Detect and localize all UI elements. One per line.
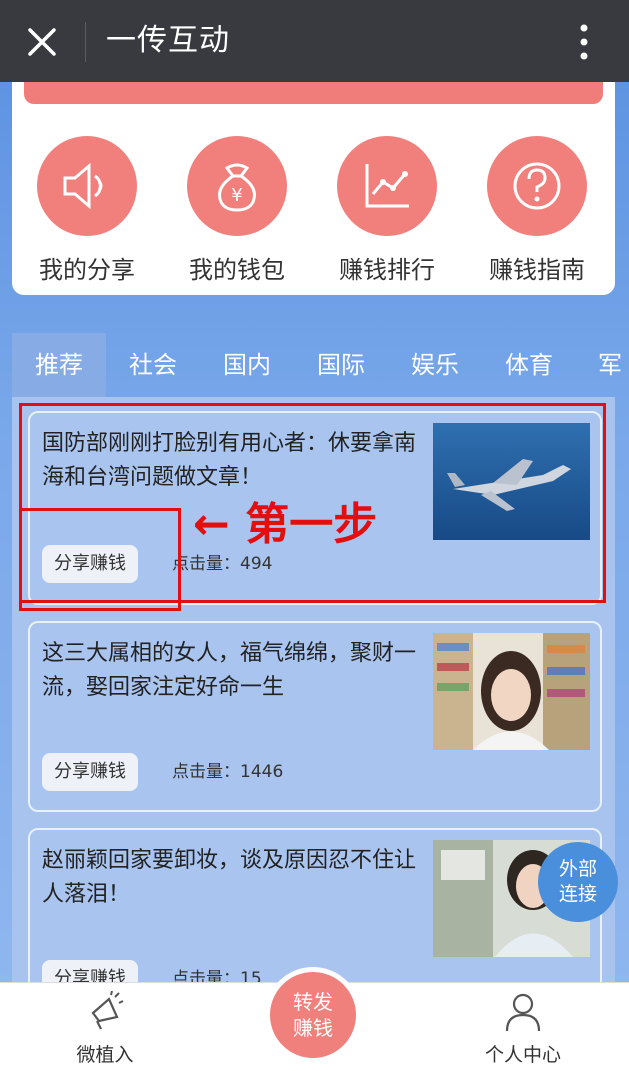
external-link-button[interactable]: 外部连接: [538, 842, 618, 922]
list-item[interactable]: 这三大属相的女人，福气绵绵，聚财一流，娶回家注定好命一生 分享赚钱 点击量：14…: [28, 621, 602, 812]
step-annotation: ← 第一步: [193, 500, 377, 550]
question-icon: [487, 136, 587, 236]
svg-text:¥: ¥: [231, 185, 242, 206]
page-title: 一传互动: [106, 23, 230, 58]
menu-label: 我的钱包: [189, 256, 285, 284]
tab-recommend[interactable]: 推荐: [12, 333, 106, 397]
top-red-banner[interactable]: [24, 82, 603, 104]
chart-icon: [337, 136, 437, 236]
share-earn-button[interactable]: 分享赚钱: [42, 753, 138, 791]
forward-earn-button[interactable]: 转发赚钱: [265, 967, 361, 1063]
menu-my-share[interactable]: 我的分享: [12, 128, 162, 285]
arrow-left-icon: ←: [193, 499, 230, 550]
highlight-box-share: [19, 508, 181, 611]
category-tabs: 推荐 社会 国内 国际 娱乐 体育 军: [12, 333, 629, 397]
menu-my-wallet[interactable]: ¥ 我的钱包: [162, 128, 312, 285]
tab-military[interactable]: 军: [576, 333, 629, 397]
article-thumbnail[interactable]: [433, 633, 590, 750]
megaphone-icon: [91, 990, 124, 1030]
menu-label: 赚钱排行: [339, 256, 435, 284]
article-headline[interactable]: 赵丽颖回家要卸妆，谈及原因忍不住让人落泪！: [42, 844, 417, 912]
click-count: 点击量：1446: [172, 762, 284, 782]
tab-society[interactable]: 社会: [106, 333, 200, 397]
menu-label: 我的分享: [39, 256, 135, 284]
menu-label: 赚钱指南: [489, 256, 585, 284]
article-headline[interactable]: 这三大属相的女人，福气绵绵，聚财一流，娶回家注定好命一生: [42, 637, 417, 705]
forward-earn-label: 转发赚钱: [293, 990, 333, 1040]
step-label: 第一步: [245, 499, 378, 550]
tab-sports[interactable]: 体育: [482, 333, 576, 397]
menu-ranking[interactable]: 赚钱排行: [312, 128, 462, 285]
money-bag-icon: ¥: [187, 136, 287, 236]
divider: [85, 22, 86, 62]
user-icon: [505, 993, 541, 1032]
nav-label: 微植入: [76, 1044, 134, 1066]
nav-label: 个人中心: [484, 1044, 561, 1066]
tab-international[interactable]: 国际: [294, 333, 388, 397]
speaker-icon: [37, 136, 137, 236]
tab-domestic[interactable]: 国内: [200, 333, 294, 397]
menu-icons: 我的分享 ¥ 我的钱包 赚钱排行 赚钱指南: [12, 128, 615, 284]
more-icon[interactable]: [570, 20, 598, 64]
nav-micro-embed[interactable]: 微植入: [30, 990, 180, 1067]
external-link-label: 外部连接: [558, 858, 597, 905]
top-bar: 一传互动: [0, 0, 629, 82]
close-icon[interactable]: [22, 22, 62, 62]
tab-entertainment[interactable]: 娱乐: [388, 333, 482, 397]
menu-guide[interactable]: 赚钱指南: [462, 128, 612, 285]
nav-personal-center[interactable]: 个人中心: [448, 991, 598, 1067]
